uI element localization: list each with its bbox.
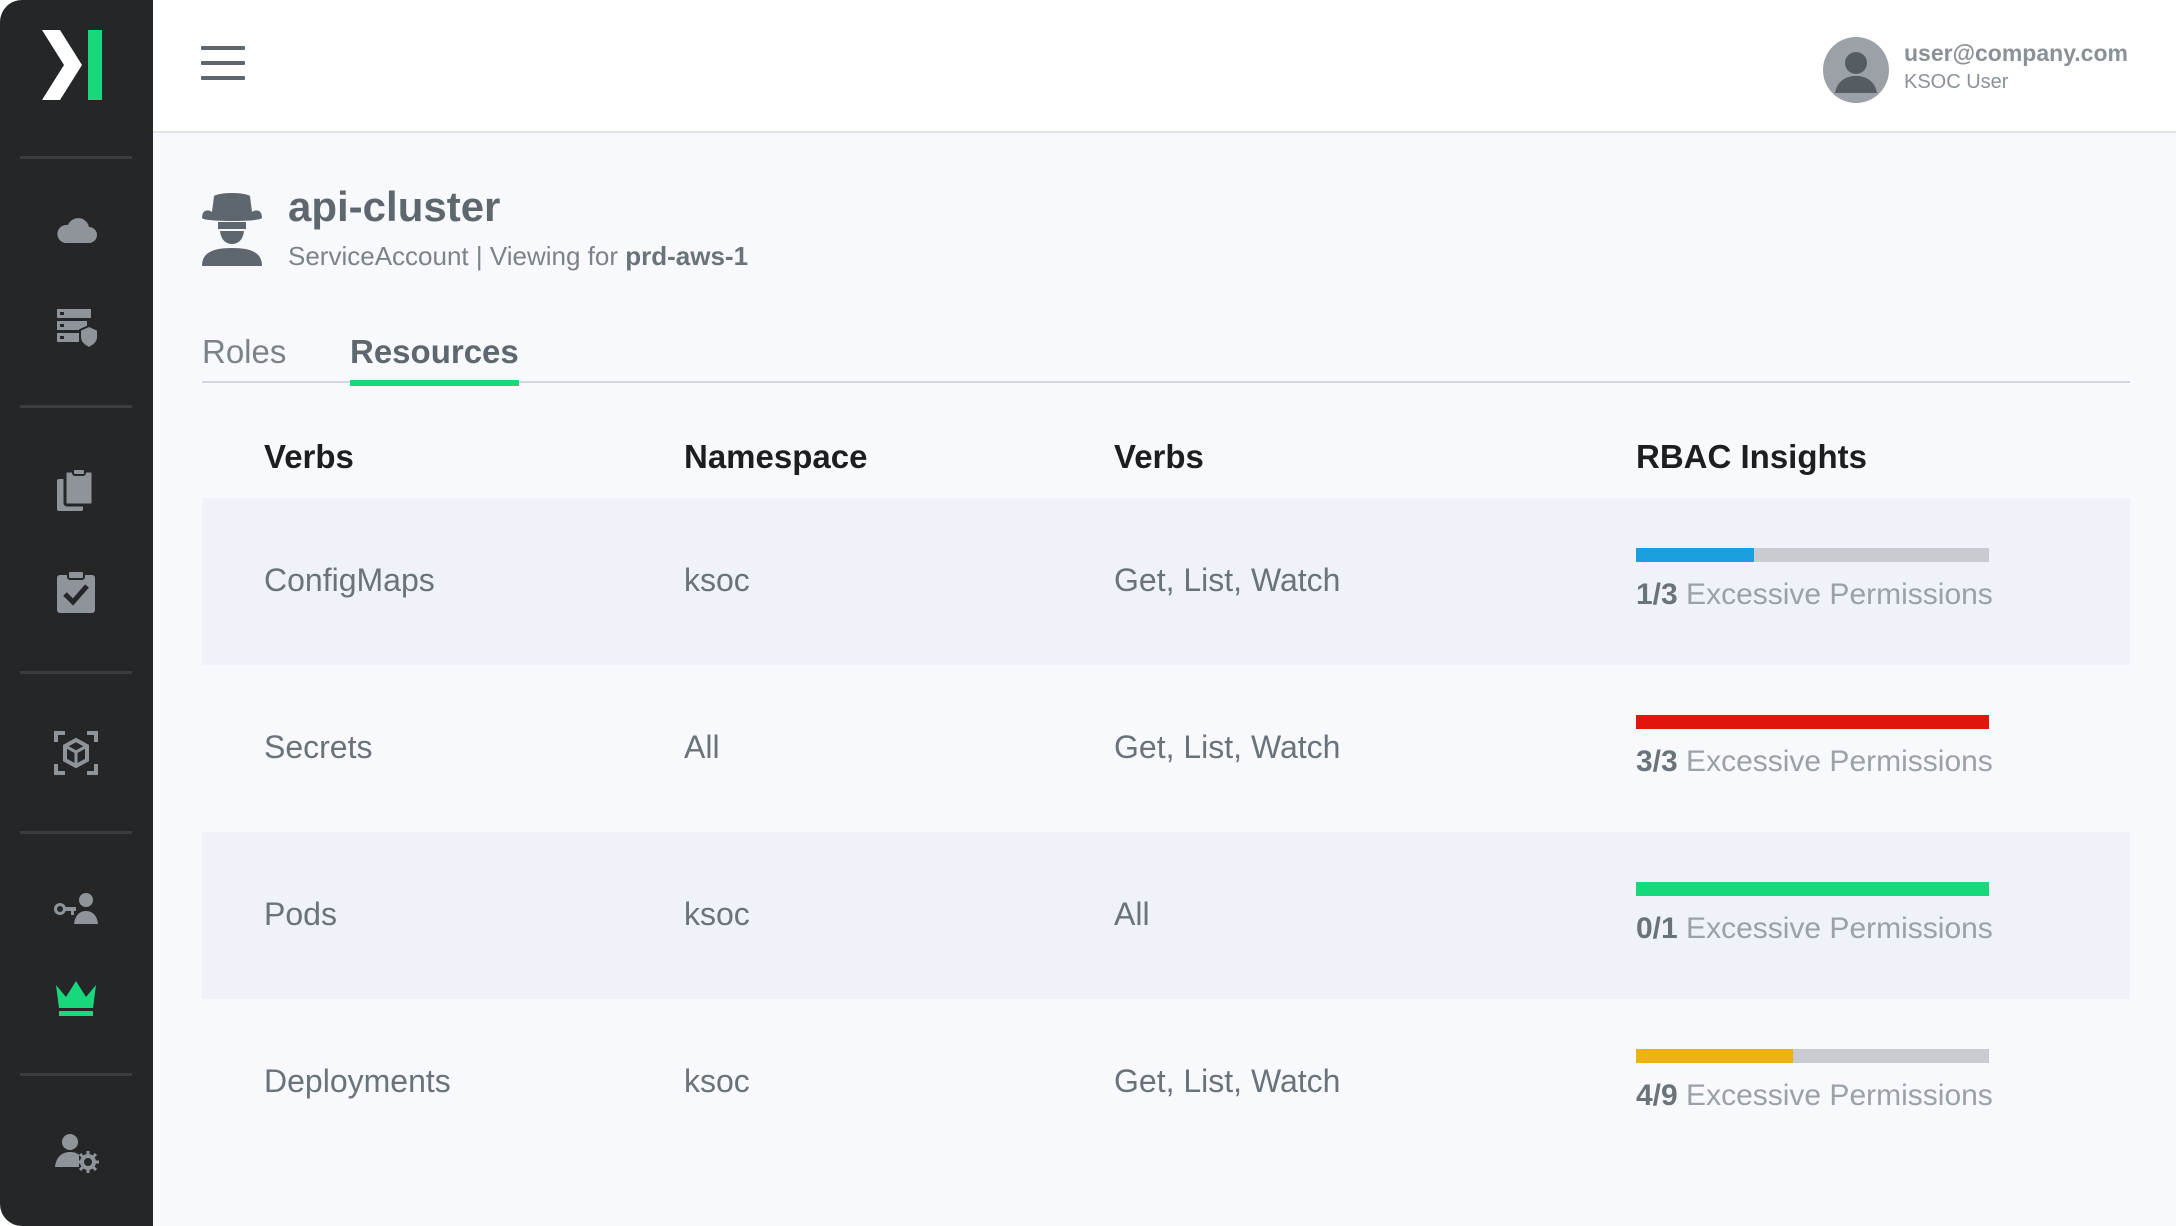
server-shield-icon xyxy=(57,309,99,350)
user-role: KSOC User xyxy=(1904,71,2009,93)
namespace: All xyxy=(684,729,720,765)
insight-bar-fill xyxy=(1636,715,1989,729)
table-header: Verbs Namespace Verbs RBAC Insights xyxy=(202,428,2130,498)
sidebar-divider xyxy=(20,156,132,159)
ksoc-logo-icon[interactable] xyxy=(42,30,106,100)
sidebar-item-rbac[interactable] xyxy=(48,970,104,1026)
cube-scan-icon xyxy=(54,731,98,775)
verbs: Get, List, Watch xyxy=(1114,729,1341,765)
resources-table: Verbs Namespace Verbs RBAC Insights Conf… xyxy=(202,428,2130,1166)
verbs: Get, List, Watch xyxy=(1114,1063,1341,1099)
namespace: ksoc xyxy=(684,1063,750,1099)
avatar[interactable] xyxy=(1823,37,1889,103)
sidebar-item-documents[interactable] xyxy=(48,462,104,518)
sidebar-item-servers[interactable] xyxy=(48,299,104,355)
sidebar-divider xyxy=(20,671,132,674)
insight-text: 1/3 Excessive Permissions xyxy=(1636,578,1993,612)
insight-bar xyxy=(1636,1049,1989,1063)
resource-name: Pods xyxy=(264,896,337,932)
column-header-namespace[interactable]: Namespace xyxy=(684,438,867,476)
table-row[interactable]: ConfigMaps ksoc Get, List, Watch 1/3 Exc… xyxy=(202,498,2130,665)
clipboard-check-icon xyxy=(57,570,95,613)
insight-label: Excessive Permissions xyxy=(1677,1079,1993,1112)
user-gear-icon xyxy=(55,1134,99,1173)
sidebar-item-workloads[interactable] xyxy=(48,725,104,781)
resource-name: ConfigMaps xyxy=(264,562,435,598)
documents-icon xyxy=(57,468,95,511)
insight-ratio: 1/3 xyxy=(1636,578,1678,611)
namespace: ksoc xyxy=(684,896,750,932)
crown-icon xyxy=(56,981,96,1016)
main-content: api-cluster ServiceAccount | Viewing for… xyxy=(153,133,2176,1226)
entity-kind: ServiceAccount xyxy=(288,241,469,271)
subtitle: ServiceAccount | Viewing for prd-aws-1 xyxy=(288,241,748,272)
table-row[interactable]: Pods ksoc All 0/1 Excessive Permissions xyxy=(202,832,2130,999)
service-account-icon xyxy=(202,193,262,266)
sidebar-divider xyxy=(20,831,132,834)
table-row[interactable]: Deployments ksoc Get, List, Watch 4/9 Ex… xyxy=(202,999,2130,1166)
insight-bar-fill xyxy=(1636,548,1754,562)
insight-bar xyxy=(1636,548,1989,562)
insight-text: 0/1 Excessive Permissions xyxy=(1636,912,1993,946)
resource-name: Secrets xyxy=(264,729,373,765)
insight-text: 4/9 Excessive Permissions xyxy=(1636,1079,1993,1113)
user-email: user@company.com xyxy=(1904,40,2128,66)
insight-ratio: 3/3 xyxy=(1636,745,1678,778)
page-title: api-cluster xyxy=(288,183,501,230)
insight-label: Excessive Permissions xyxy=(1677,912,1993,945)
tab-bar: Roles Resources xyxy=(202,333,2130,386)
sidebar-item-identities[interactable] xyxy=(48,879,104,935)
column-header-verbs[interactable]: Verbs xyxy=(264,438,354,476)
namespace: ksoc xyxy=(684,562,750,598)
sidebar-item-user-settings[interactable] xyxy=(48,1124,104,1180)
tab-roles[interactable]: Roles xyxy=(202,333,286,383)
insight-label: Excessive Permissions xyxy=(1677,578,1993,611)
insight-ratio: 4/9 xyxy=(1636,1079,1678,1112)
sidebar-divider xyxy=(20,405,132,408)
table-row[interactable]: Secrets All Get, List, Watch 3/3 Excessi… xyxy=(202,665,2130,832)
verbs: All xyxy=(1114,896,1150,932)
insight-bar-fill xyxy=(1636,882,1989,896)
insight-bar xyxy=(1636,715,1989,729)
insight-bar-fill xyxy=(1636,1049,1793,1063)
top-bar: user@company.com KSOC User xyxy=(153,0,2176,133)
hamburger-menu-icon[interactable] xyxy=(201,46,245,84)
insight-text: 3/3 Excessive Permissions xyxy=(1636,745,1993,779)
cluster-name: prd-aws-1 xyxy=(625,241,749,271)
sidebar-divider xyxy=(20,1073,132,1076)
insight-ratio: 0/1 xyxy=(1636,912,1678,945)
column-header-verbs-2[interactable]: Verbs xyxy=(1114,438,1204,476)
cloud-icon xyxy=(57,218,97,243)
tab-resources[interactable]: Resources xyxy=(350,333,519,386)
column-header-rbac-insights[interactable]: RBAC Insights xyxy=(1636,438,1867,476)
insight-bar xyxy=(1636,882,1989,896)
sidebar-item-clusters[interactable] xyxy=(48,204,104,260)
sidebar-item-compliance[interactable] xyxy=(48,564,104,620)
resource-name: Deployments xyxy=(264,1063,451,1099)
verbs: Get, List, Watch xyxy=(1114,562,1341,598)
sidebar xyxy=(0,0,153,1226)
user-silhouette-icon xyxy=(1835,52,1877,93)
viewing-prefix: | Viewing for xyxy=(468,241,626,271)
insight-label: Excessive Permissions xyxy=(1677,745,1993,778)
user-key-icon xyxy=(54,893,98,924)
